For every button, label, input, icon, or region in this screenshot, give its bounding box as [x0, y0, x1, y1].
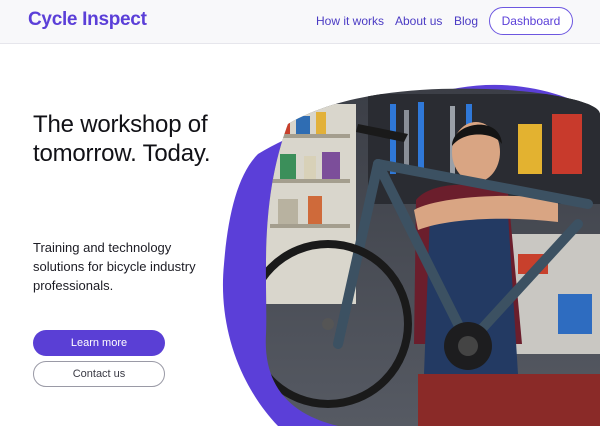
dashboard-button[interactable]: Dashboard — [489, 7, 573, 35]
contact-us-button[interactable]: Contact us — [33, 361, 165, 387]
site-header: Cycle Inspect How it works About us Blog… — [0, 0, 600, 44]
site-logo[interactable]: Cycle Inspect — [28, 9, 147, 31]
nav-how-it-works[interactable]: How it works — [316, 14, 384, 28]
hero-subtitle: Training and technology solutions for bi… — [33, 240, 196, 293]
nav-blog[interactable]: Blog — [454, 14, 478, 28]
nav-about-us[interactable]: About us — [395, 14, 442, 28]
learn-more-button[interactable]: Learn more — [33, 330, 165, 356]
hero-title: The workshop of tomorrow. Today. — [33, 111, 211, 167]
hero-image — [218, 84, 600, 426]
